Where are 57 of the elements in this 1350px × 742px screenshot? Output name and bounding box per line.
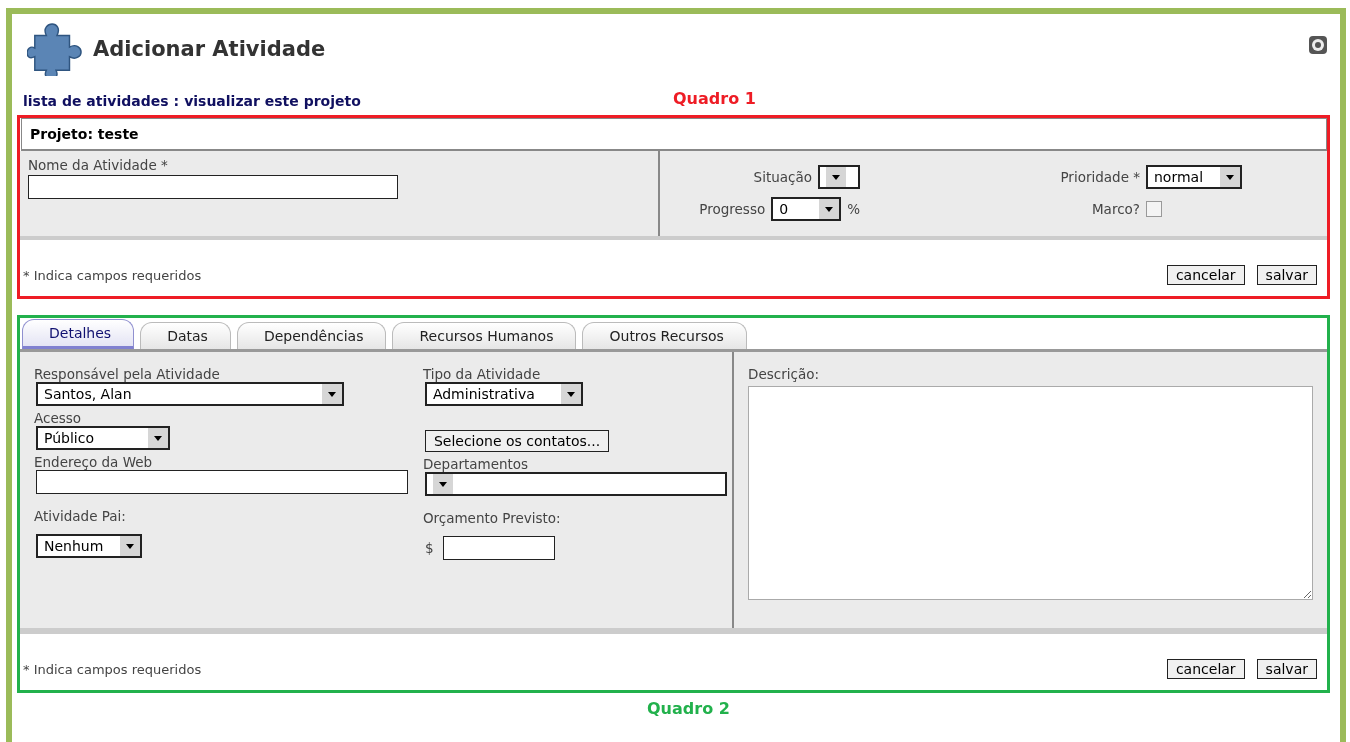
field-label: Marco? bbox=[1090, 201, 1140, 217]
text-field[interactable] bbox=[443, 536, 556, 560]
field-label: Progresso bbox=[699, 201, 766, 217]
help-icon[interactable] bbox=[1308, 35, 1328, 55]
checkbox[interactable] bbox=[1146, 201, 1162, 217]
breadcrumb-link[interactable]: lista de atividades bbox=[23, 93, 169, 109]
dropdown[interactable]: Santos, Alan bbox=[36, 382, 344, 406]
field-label: Descrição: bbox=[748, 366, 820, 382]
caret-icon bbox=[120, 536, 140, 556]
breadcrumb-link[interactable]: visualizar este projeto bbox=[184, 93, 361, 109]
dropdown[interactable]: 0 bbox=[771, 197, 842, 221]
tab[interactable]: Dependências bbox=[236, 322, 387, 349]
field-label: Endereço da Web bbox=[34, 454, 153, 470]
puzzle-icon bbox=[27, 22, 85, 76]
caret-icon bbox=[148, 428, 168, 448]
tab[interactable]: Outros Recursos bbox=[582, 322, 747, 349]
caret-icon bbox=[819, 199, 840, 219]
field-label: Prioridade * bbox=[1059, 169, 1140, 185]
dropdown[interactable] bbox=[818, 165, 860, 189]
caret-icon bbox=[322, 384, 342, 404]
field-label: Acesso bbox=[34, 410, 82, 426]
caret-icon bbox=[1220, 167, 1240, 187]
caret-icon bbox=[560, 384, 581, 404]
currency-label: $ bbox=[424, 540, 434, 556]
dropdown[interactable]: Administrativa bbox=[424, 382, 583, 406]
required-note: * Indica campos requeridos bbox=[23, 266, 202, 283]
save-button[interactable]: salvar bbox=[1256, 265, 1317, 285]
page-title: Adicionar Atividade bbox=[93, 37, 327, 61]
breadcrumb-separator: : bbox=[173, 93, 180, 109]
dropdown[interactable]: Nenhum bbox=[36, 534, 142, 558]
text-field[interactable] bbox=[28, 175, 398, 199]
field-label: Responsável pela Atividade bbox=[34, 366, 220, 382]
caret-icon bbox=[826, 167, 846, 187]
field-label: Situação bbox=[753, 169, 812, 185]
field-label: Orçamento Previsto: bbox=[422, 510, 561, 526]
annotation-label: Quadro 1 bbox=[673, 88, 756, 108]
save-button[interactable]: salvar bbox=[1256, 659, 1317, 679]
tab[interactable]: Detalhes bbox=[22, 319, 135, 349]
required-note: * Indica campos requeridos bbox=[23, 660, 202, 677]
unit-label: % bbox=[847, 201, 860, 217]
description-field[interactable] bbox=[748, 386, 1313, 600]
tab[interactable]: Datas bbox=[140, 322, 231, 349]
field-label: Atividade Pai: bbox=[34, 508, 126, 524]
annotation-label: Quadro 2 bbox=[647, 699, 730, 718]
field-label: Tipo da Atividade bbox=[422, 366, 541, 382]
cancel-button[interactable]: cancelar bbox=[1166, 659, 1245, 679]
select-contacts-button[interactable]: Selecione os contatos... bbox=[424, 430, 610, 452]
text-field[interactable] bbox=[36, 470, 408, 494]
cancel-button[interactable]: cancelar bbox=[1166, 265, 1245, 285]
field-label: Departamentos bbox=[422, 456, 529, 472]
dropdown[interactable]: Público bbox=[36, 426, 170, 450]
dropdown[interactable]: normal bbox=[1146, 165, 1242, 189]
dropdown[interactable] bbox=[424, 472, 727, 496]
field-label: Nome da Atividade * bbox=[28, 157, 168, 173]
caret-icon bbox=[432, 474, 453, 494]
tab[interactable]: Recursos Humanos bbox=[392, 322, 577, 349]
project-header: Projeto: teste bbox=[21, 118, 1327, 151]
